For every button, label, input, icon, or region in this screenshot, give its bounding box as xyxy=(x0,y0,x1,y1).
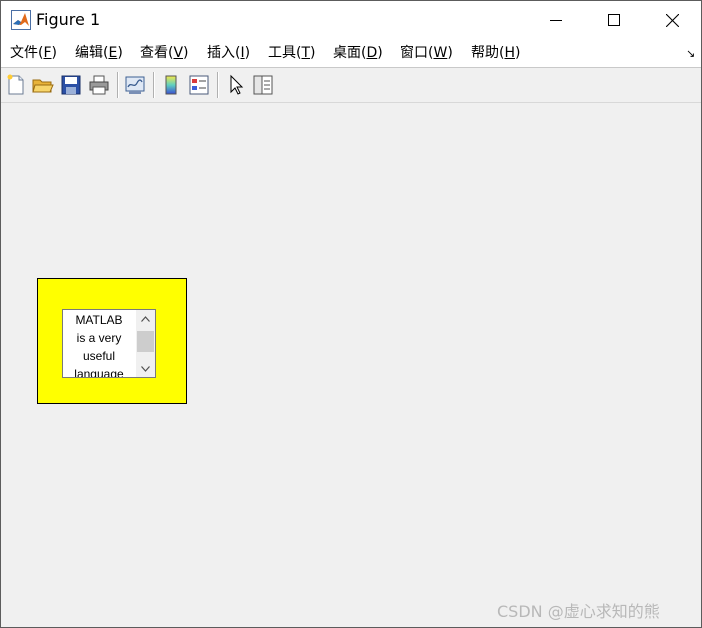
menu-help[interactable]: 帮助(H) xyxy=(471,44,520,62)
colorbar-icon[interactable] xyxy=(159,73,183,97)
menu-insert[interactable]: 插入(I) xyxy=(207,44,250,62)
text-listbox[interactable]: MATLAB is a very useful language xyxy=(62,309,156,378)
menu-label: 文件( xyxy=(10,45,44,61)
dock-figure-button[interactable]: ↘ xyxy=(686,47,695,60)
menu-label: 窗口( xyxy=(400,45,434,61)
menu-label-end: ) xyxy=(117,45,123,61)
maximize-button[interactable] xyxy=(585,1,643,39)
menu-edit[interactable]: 编辑(E) xyxy=(75,44,123,62)
scroll-thumb[interactable] xyxy=(137,331,154,352)
menu-accelerator: H xyxy=(504,45,515,61)
title-bar[interactable]: Figure 1 xyxy=(1,1,701,39)
listbox-line: is a very xyxy=(76,331,122,345)
pointer-icon[interactable] xyxy=(224,73,248,97)
menu-accelerator: F xyxy=(43,45,52,61)
scroll-up-button[interactable] xyxy=(136,310,155,327)
menu-label: 桌面( xyxy=(333,45,367,61)
menu-accelerator: V xyxy=(173,45,184,61)
menu-accelerator: W xyxy=(433,45,448,61)
window-title: Figure 1 xyxy=(36,10,101,29)
menu-file[interactable]: 文件(F) xyxy=(10,44,57,62)
menu-label: 编辑( xyxy=(75,45,109,61)
listbox-line: language xyxy=(74,367,124,378)
menu-desktop[interactable]: 桌面(D) xyxy=(333,44,383,62)
menu-accelerator: T xyxy=(301,45,311,61)
menu-label-end: ) xyxy=(515,45,521,61)
matlab-logo-icon xyxy=(11,10,31,30)
menu-label-end: ) xyxy=(183,45,189,61)
menu-bar: 文件(F) 编辑(E) 查看(V) 插入(I) 工具(T) 桌面(D) 窗口(W… xyxy=(1,39,701,67)
menu-tools[interactable]: 工具(T) xyxy=(268,44,316,62)
toolbar-separator xyxy=(117,72,118,98)
menu-label: 帮助( xyxy=(471,45,505,61)
menu-label: 插入( xyxy=(207,45,241,61)
vertical-scrollbar[interactable] xyxy=(136,310,155,377)
minimize-button[interactable] xyxy=(527,1,585,39)
maximize-icon xyxy=(608,14,620,26)
link-plot-icon[interactable] xyxy=(123,73,147,97)
toolbar-separator xyxy=(217,72,218,98)
menu-label-end: ) xyxy=(310,45,316,61)
menu-label-end: ) xyxy=(244,45,251,61)
save-icon[interactable] xyxy=(59,73,83,97)
menu-label-end: ) xyxy=(51,45,57,61)
close-icon xyxy=(665,13,679,27)
watermark-text: CSDN @虚心求知的熊 xyxy=(497,602,660,621)
listbox-text: MATLAB is a very useful language xyxy=(63,311,135,378)
menu-window[interactable]: 窗口(W) xyxy=(400,44,453,62)
legend-icon[interactable] xyxy=(187,73,211,97)
close-button[interactable] xyxy=(643,1,701,39)
print-icon[interactable] xyxy=(87,73,111,97)
property-editor-icon[interactable] xyxy=(251,73,275,97)
menu-label-end: ) xyxy=(447,45,453,61)
figure-toolbar xyxy=(1,67,701,103)
listbox-line: useful xyxy=(82,349,116,363)
yellow-panel: MATLAB is a very useful language xyxy=(37,278,187,404)
figure-window: Figure 1 文件(F) 编辑(E) 查看(V) 插入(I) 工具(T) 桌… xyxy=(0,0,702,628)
minimize-icon xyxy=(550,20,562,21)
open-folder-icon[interactable] xyxy=(31,73,55,97)
menu-accelerator: D xyxy=(366,45,378,61)
chevron-up-icon xyxy=(141,315,150,322)
menu-accelerator: E xyxy=(108,45,118,61)
new-file-icon[interactable] xyxy=(4,73,28,97)
menu-view[interactable]: 查看(V) xyxy=(140,44,189,62)
menu-label: 工具( xyxy=(268,45,302,61)
scroll-down-button[interactable] xyxy=(136,360,155,377)
listbox-line: MATLAB xyxy=(75,313,123,327)
toolbar-separator xyxy=(153,72,154,98)
menu-label: 查看( xyxy=(140,45,174,61)
chevron-down-icon xyxy=(141,365,150,372)
menu-label-end: ) xyxy=(377,45,383,61)
